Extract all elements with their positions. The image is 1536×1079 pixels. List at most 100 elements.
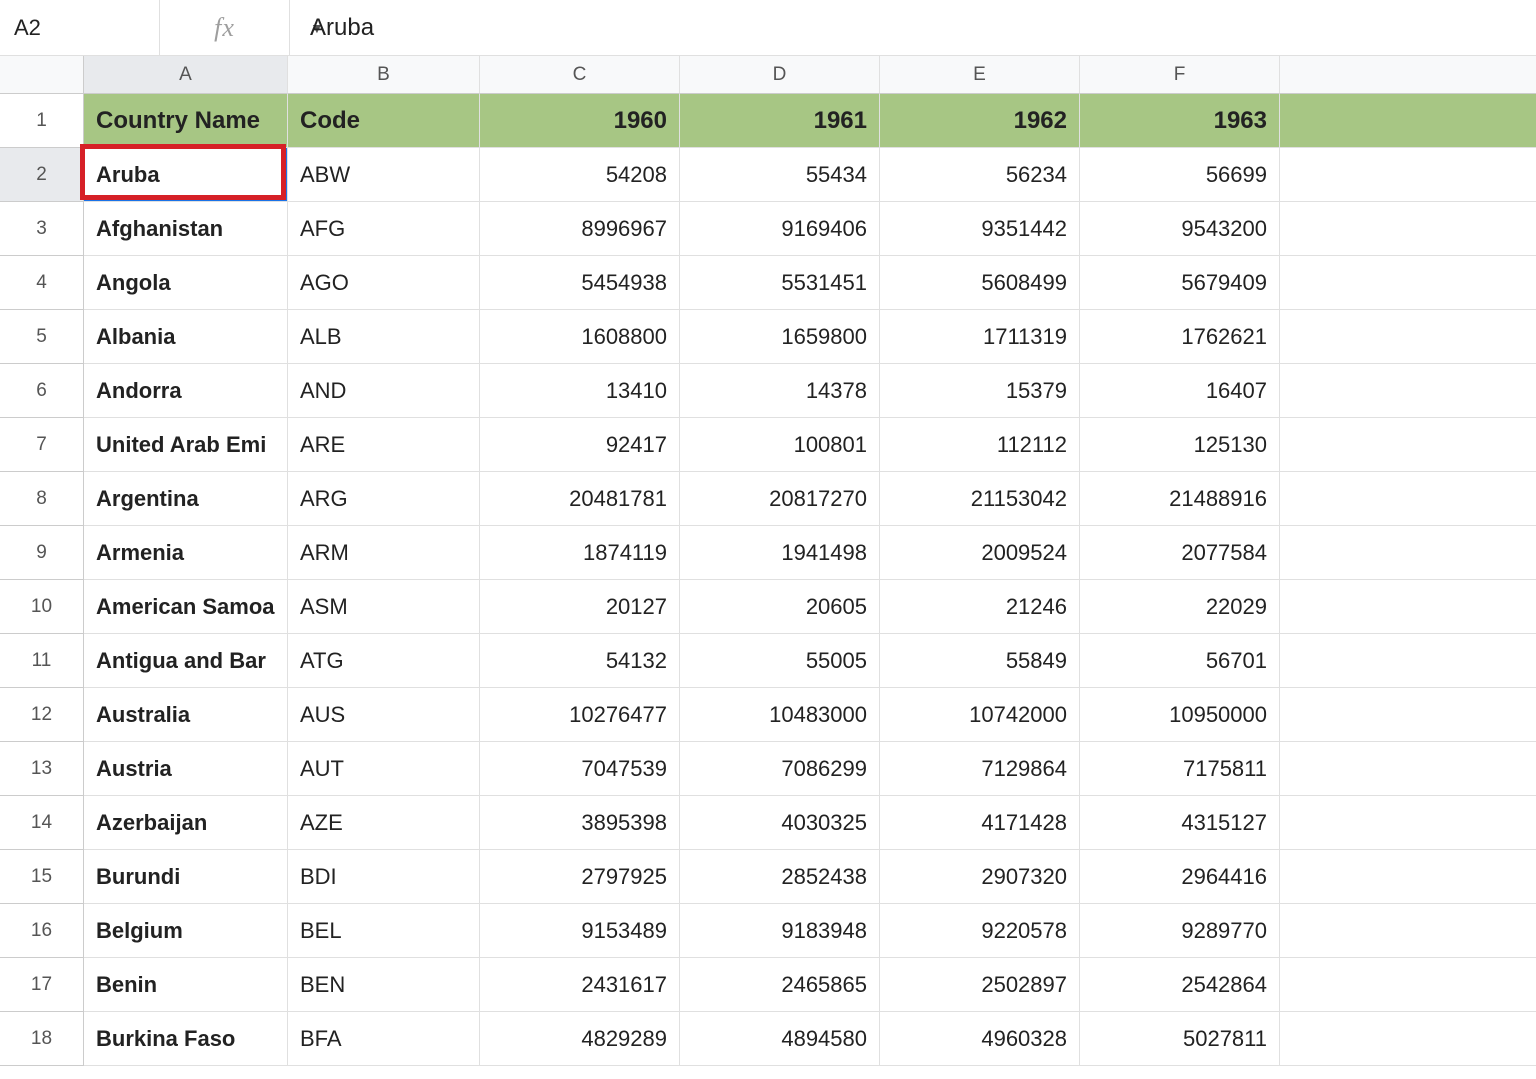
- cell-E13[interactable]: 7129864: [880, 742, 1080, 796]
- cell-B5[interactable]: ALB: [288, 310, 480, 364]
- cell-E4[interactable]: 5608499: [880, 256, 1080, 310]
- cell-E17[interactable]: 2502897: [880, 958, 1080, 1012]
- fill-handle[interactable]: [282, 196, 288, 202]
- cell-E14[interactable]: 4171428: [880, 796, 1080, 850]
- cell-D9[interactable]: 1941498: [680, 526, 880, 580]
- cell-B1[interactable]: Code: [288, 94, 480, 148]
- cell-C13[interactable]: 7047539: [480, 742, 680, 796]
- cell-E8[interactable]: 21153042: [880, 472, 1080, 526]
- cell-C11[interactable]: 54132: [480, 634, 680, 688]
- cell-B13[interactable]: AUT: [288, 742, 480, 796]
- cell-B12[interactable]: AUS: [288, 688, 480, 742]
- cell-C12[interactable]: 10276477: [480, 688, 680, 742]
- cell-E6[interactable]: 15379: [880, 364, 1080, 418]
- row-header-10[interactable]: 10: [0, 580, 84, 634]
- row-header-18[interactable]: 18: [0, 1012, 84, 1066]
- cell-B6[interactable]: AND: [288, 364, 480, 418]
- select-all-corner[interactable]: [0, 56, 84, 94]
- column-header-A[interactable]: A: [84, 56, 288, 94]
- cell-C3[interactable]: 8996967: [480, 202, 680, 256]
- cell-D1[interactable]: 1961: [680, 94, 880, 148]
- cell-B9[interactable]: ARM: [288, 526, 480, 580]
- cell-B15[interactable]: BDI: [288, 850, 480, 904]
- row-header-9[interactable]: 9: [0, 526, 84, 580]
- cell-F3[interactable]: 9543200: [1080, 202, 1280, 256]
- cell-C9[interactable]: 1874119: [480, 526, 680, 580]
- cell-C16[interactable]: 9153489: [480, 904, 680, 958]
- cell-D14[interactable]: 4030325: [680, 796, 880, 850]
- cell-C17[interactable]: 2431617: [480, 958, 680, 1012]
- row-header-12[interactable]: 12: [0, 688, 84, 742]
- name-box[interactable]: ▼: [0, 0, 160, 55]
- cell-E16[interactable]: 9220578: [880, 904, 1080, 958]
- cell-C6[interactable]: 13410: [480, 364, 680, 418]
- cell-C2[interactable]: 54208: [480, 148, 680, 202]
- cell-B16[interactable]: BEL: [288, 904, 480, 958]
- cell-F11[interactable]: 56701: [1080, 634, 1280, 688]
- cell-E5[interactable]: 1711319: [880, 310, 1080, 364]
- cell-A16[interactable]: Belgium: [84, 904, 288, 958]
- cell-D7[interactable]: 100801: [680, 418, 880, 472]
- row-header-1[interactable]: 1: [0, 94, 84, 148]
- formula-bar-input[interactable]: [308, 13, 1518, 43]
- cell-B14[interactable]: AZE: [288, 796, 480, 850]
- cell-D3[interactable]: 9169406: [680, 202, 880, 256]
- cell-D6[interactable]: 14378: [680, 364, 880, 418]
- cell-E1[interactable]: 1962: [880, 94, 1080, 148]
- cell-A5[interactable]: Albania: [84, 310, 288, 364]
- cell-F4[interactable]: 5679409: [1080, 256, 1280, 310]
- cell-D8[interactable]: 20817270: [680, 472, 880, 526]
- cell-D4[interactable]: 5531451: [680, 256, 880, 310]
- cell-F9[interactable]: 2077584: [1080, 526, 1280, 580]
- cell-A3[interactable]: Afghanistan: [84, 202, 288, 256]
- cell-B11[interactable]: ATG: [288, 634, 480, 688]
- cell-F6[interactable]: 16407: [1080, 364, 1280, 418]
- cell-A4[interactable]: Angola: [84, 256, 288, 310]
- cell-A13[interactable]: Austria: [84, 742, 288, 796]
- cell-A14[interactable]: Azerbaijan: [84, 796, 288, 850]
- cell-F14[interactable]: 4315127: [1080, 796, 1280, 850]
- fx-label[interactable]: fx: [160, 0, 290, 55]
- cell-C7[interactable]: 92417: [480, 418, 680, 472]
- cell-E7[interactable]: 112112: [880, 418, 1080, 472]
- cell-B4[interactable]: AGO: [288, 256, 480, 310]
- cell-B3[interactable]: AFG: [288, 202, 480, 256]
- column-header-B[interactable]: B: [288, 56, 480, 94]
- row-header-11[interactable]: 11: [0, 634, 84, 688]
- cell-B18[interactable]: BFA: [288, 1012, 480, 1066]
- row-header-8[interactable]: 8: [0, 472, 84, 526]
- cell-A1[interactable]: Country Name: [84, 94, 288, 148]
- row-header-17[interactable]: 17: [0, 958, 84, 1012]
- cell-E11[interactable]: 55849: [880, 634, 1080, 688]
- cell-B8[interactable]: ARG: [288, 472, 480, 526]
- cell-C14[interactable]: 3895398: [480, 796, 680, 850]
- cell-A18[interactable]: Burkina Faso: [84, 1012, 288, 1066]
- cell-E9[interactable]: 2009524: [880, 526, 1080, 580]
- row-header-2[interactable]: 2: [0, 148, 84, 202]
- row-header-15[interactable]: 15: [0, 850, 84, 904]
- cell-F8[interactable]: 21488916: [1080, 472, 1280, 526]
- column-header-D[interactable]: D: [680, 56, 880, 94]
- cell-C1[interactable]: 1960: [480, 94, 680, 148]
- cell-D2[interactable]: 55434: [680, 148, 880, 202]
- cell-E10[interactable]: 21246: [880, 580, 1080, 634]
- cell-F18[interactable]: 5027811: [1080, 1012, 1280, 1066]
- cell-F7[interactable]: 125130: [1080, 418, 1280, 472]
- column-header-E[interactable]: E: [880, 56, 1080, 94]
- row-header-6[interactable]: 6: [0, 364, 84, 418]
- row-header-3[interactable]: 3: [0, 202, 84, 256]
- cell-D13[interactable]: 7086299: [680, 742, 880, 796]
- row-header-5[interactable]: 5: [0, 310, 84, 364]
- cell-C5[interactable]: 1608800: [480, 310, 680, 364]
- cell-E2[interactable]: 56234: [880, 148, 1080, 202]
- cell-C10[interactable]: 20127: [480, 580, 680, 634]
- row-header-13[interactable]: 13: [0, 742, 84, 796]
- cell-B2[interactable]: ABW: [288, 148, 480, 202]
- cell-F15[interactable]: 2964416: [1080, 850, 1280, 904]
- cell-E12[interactable]: 10742000: [880, 688, 1080, 742]
- cell-A12[interactable]: Australia: [84, 688, 288, 742]
- row-header-4[interactable]: 4: [0, 256, 84, 310]
- cell-A10[interactable]: American Samoa: [84, 580, 288, 634]
- cell-F5[interactable]: 1762621: [1080, 310, 1280, 364]
- cell-F17[interactable]: 2542864: [1080, 958, 1280, 1012]
